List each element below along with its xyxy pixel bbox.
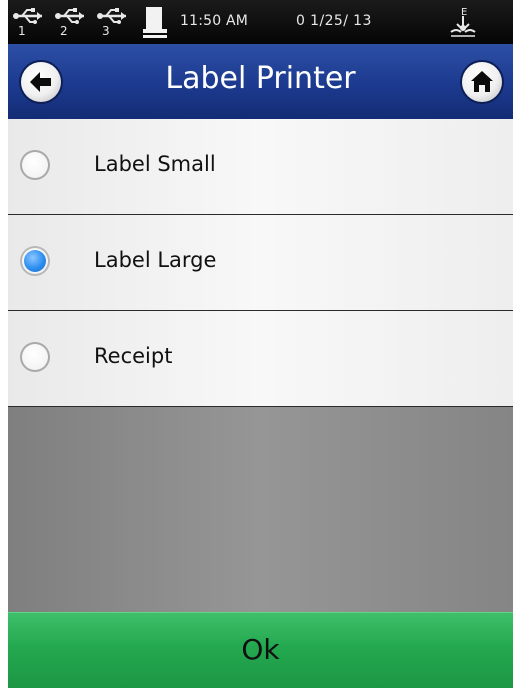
device-screen: 1 2 3 11:50 AM 0 1/25/ 13 E Label Printe… [8,0,513,688]
usb-icon: 2 [54,5,90,39]
option-receipt[interactable]: Receipt [8,311,513,407]
status-date: 0 1/25/ 13 [296,13,372,29]
option-label: Receipt [94,344,173,368]
power-connection-icon: E [448,4,478,40]
status-time: 11:50 AM [180,13,249,29]
printer-option-list: Label Small Label Large Receipt [8,119,513,407]
option-label: Label Large [94,248,217,272]
empty-area [8,407,513,612]
ok-button[interactable]: Ok [8,612,513,688]
radio-button-selected[interactable] [20,246,50,276]
option-label-small[interactable]: Label Small [8,119,513,215]
radio-button[interactable] [20,342,50,372]
usb-port-number: 1 [18,24,26,38]
svg-text:E: E [461,7,467,18]
usb-port-number: 2 [60,24,68,38]
usb-icon: 1 [12,5,48,39]
printer-icon [142,5,168,39]
status-bar: 1 2 3 11:50 AM 0 1/25/ 13 E [8,0,513,44]
radio-button[interactable] [20,150,50,180]
home-button[interactable] [462,62,502,102]
usb-icon: 3 [96,5,132,39]
ok-button-label: Ok [241,633,280,666]
option-label-large[interactable]: Label Large [8,215,513,311]
home-icon [471,71,493,92]
usb-port-number: 3 [102,24,110,38]
page-title: Label Printer [165,61,356,96]
title-bar: Label Printer [8,44,513,119]
radio-selected-dot [24,250,46,272]
option-label: Label Small [94,152,216,176]
